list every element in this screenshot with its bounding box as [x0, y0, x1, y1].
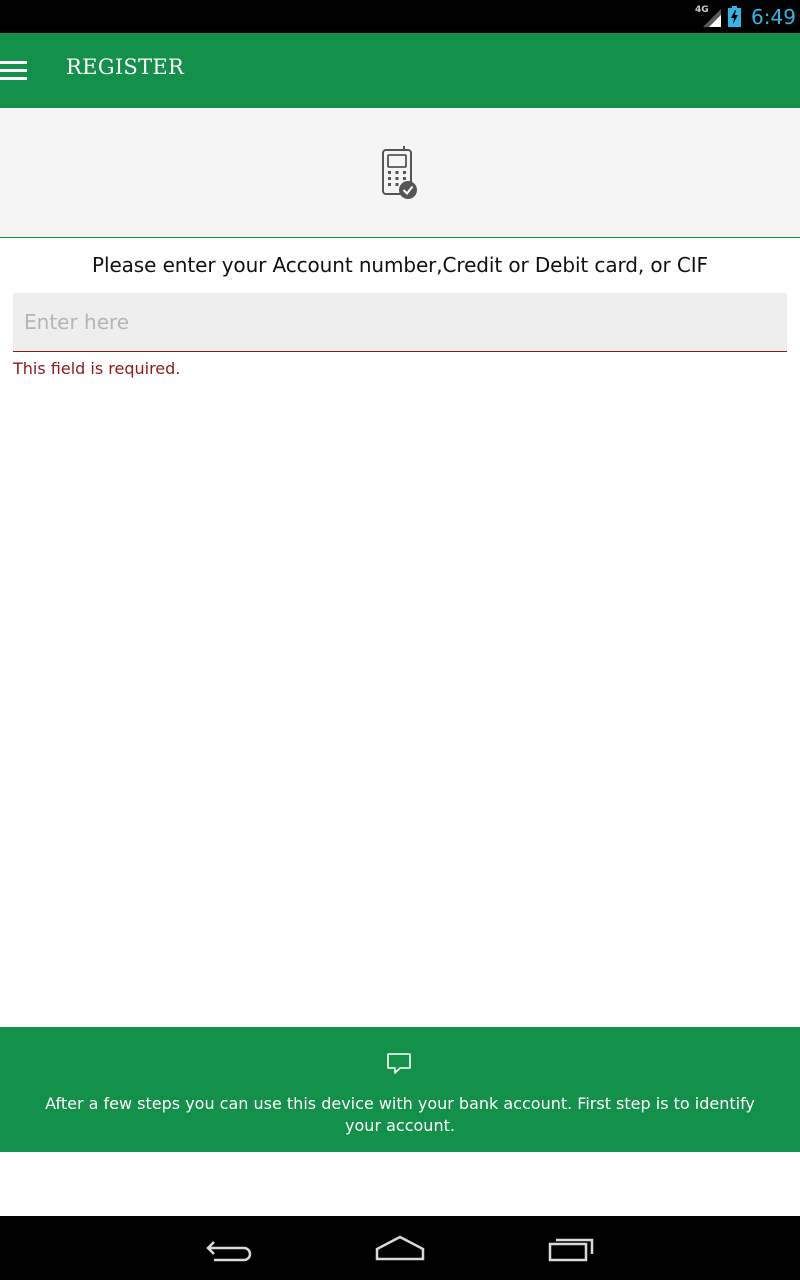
network-indicator: 4G [695, 5, 721, 27]
page-title: REGISTER [66, 55, 185, 79]
account-number-input[interactable] [13, 293, 787, 351]
phone-check-icon [382, 146, 417, 199]
app-bar: REGISTER [0, 33, 800, 108]
status-bar: 4G 6:49 [0, 0, 800, 33]
account-prompt: Please enter your Account number,Credit … [92, 253, 708, 277]
clock: 6:49 [751, 5, 796, 29]
recent-apps-icon[interactable] [541, 1230, 601, 1266]
chat-bubble-icon [387, 1053, 411, 1074]
info-footer: After a few steps you can use this devic… [0, 1027, 800, 1152]
battery-charging-icon [728, 6, 741, 27]
system-nav-bar [0, 1216, 800, 1280]
header-icon-band [0, 108, 800, 238]
info-message: After a few steps you can use this devic… [45, 1094, 755, 1135]
signal-icon [703, 9, 721, 27]
home-icon[interactable] [370, 1230, 430, 1266]
validation-error: This field is required. [13, 359, 181, 378]
hamburger-menu-icon[interactable] [0, 61, 28, 81]
back-icon[interactable] [200, 1230, 260, 1266]
account-input-container [13, 293, 787, 352]
